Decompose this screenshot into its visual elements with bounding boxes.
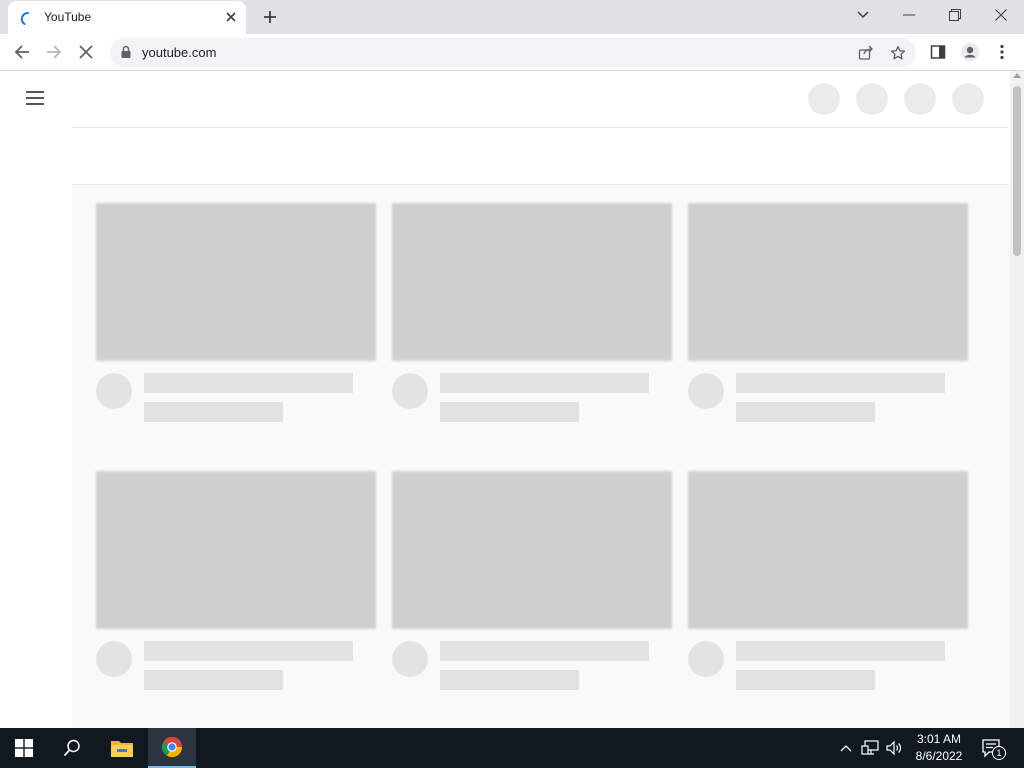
close-icon	[79, 45, 93, 59]
windows-taskbar: 3:01 AM 8/6/2022 1	[0, 728, 1024, 768]
youtube-page	[0, 71, 1010, 728]
thumbnail-placeholder	[392, 203, 672, 361]
page-scrollbar[interactable]	[1010, 71, 1024, 728]
title-placeholder	[144, 641, 353, 661]
masthead-placeholder-3	[904, 83, 936, 115]
kebab-menu-icon	[1000, 44, 1004, 60]
meta-placeholder	[440, 402, 579, 422]
side-panel-icon	[930, 45, 946, 59]
arrow-left-icon	[14, 45, 29, 59]
avatar-placeholder	[96, 641, 132, 677]
title-placeholder	[144, 373, 353, 393]
arrow-right-icon	[47, 45, 62, 59]
thumbnail-placeholder	[688, 471, 968, 629]
minimize-button[interactable]	[886, 0, 932, 30]
lock-icon[interactable]	[119, 45, 133, 59]
scroll-up-arrow-icon[interactable]	[1013, 73, 1021, 78]
browser-toolbar: youtube.com	[0, 34, 1024, 71]
meta-placeholder	[144, 670, 283, 690]
close-window-button[interactable]	[978, 0, 1024, 30]
file-explorer-button[interactable]	[98, 728, 146, 768]
stop-loading-button[interactable]	[72, 38, 100, 66]
meta-placeholder	[736, 402, 875, 422]
browser-tab-strip: YouTube	[0, 0, 1024, 34]
notification-center-button[interactable]: 1	[980, 736, 1006, 760]
restore-button[interactable]	[932, 0, 978, 30]
video-grid	[72, 185, 1010, 728]
share-icon[interactable]	[856, 43, 876, 63]
profile-button[interactable]	[956, 38, 984, 66]
avatar-placeholder	[96, 373, 132, 409]
windows-logo-icon	[15, 739, 33, 757]
avatar-placeholder	[392, 641, 428, 677]
scroll-thumb[interactable]	[1013, 86, 1021, 256]
back-button[interactable]	[8, 38, 36, 66]
meta-placeholder	[144, 402, 283, 422]
title-placeholder	[440, 641, 649, 661]
avatar-placeholder	[688, 373, 724, 409]
title-placeholder	[736, 641, 945, 661]
forward-button[interactable]	[40, 38, 68, 66]
tab-title: YouTube	[44, 10, 92, 24]
avatar-placeholder	[688, 641, 724, 677]
network-icon[interactable]	[860, 738, 880, 758]
start-button[interactable]	[0, 728, 48, 768]
notification-count-badge: 1	[992, 746, 1006, 760]
clock-time: 3:01 AM	[916, 732, 962, 746]
search-button[interactable]	[48, 728, 96, 768]
browser-menu-button[interactable]	[988, 38, 1016, 66]
guide-menu-button[interactable]	[24, 88, 48, 108]
star-icon[interactable]	[888, 43, 908, 63]
chevron-up-icon[interactable]	[836, 738, 856, 758]
masthead-placeholder-2	[856, 83, 888, 115]
masthead-placeholder-4	[952, 83, 984, 115]
masthead-placeholder-1	[808, 83, 840, 115]
meta-placeholder	[440, 670, 579, 690]
thumbnail-placeholder	[688, 203, 968, 361]
volume-icon[interactable]	[884, 738, 904, 758]
new-tab-button[interactable]	[258, 5, 282, 29]
chip-bar-placeholder	[72, 127, 1008, 185]
side-panel-button[interactable]	[924, 38, 952, 66]
url-text[interactable]: youtube.com	[142, 45, 216, 60]
thumbnail-placeholder	[392, 471, 672, 629]
tab-search-button[interactable]	[840, 0, 886, 30]
thumbnail-placeholder	[96, 203, 376, 361]
address-bar[interactable]: youtube.com	[110, 38, 916, 67]
title-placeholder	[736, 373, 945, 393]
title-placeholder	[440, 373, 649, 393]
folder-icon	[111, 741, 133, 757]
avatar-placeholder	[392, 373, 428, 409]
clock-date: 8/6/2022	[915, 749, 963, 763]
thumbnail-placeholder	[96, 471, 376, 629]
search-icon	[63, 739, 80, 757]
profile-icon	[961, 43, 979, 61]
hamburger-icon	[26, 91, 44, 93]
tab-close-icon[interactable]	[222, 8, 240, 26]
meta-placeholder	[736, 670, 875, 690]
system-clock[interactable]: 3:01 AM 8/6/2022	[906, 731, 972, 765]
chrome-taskbar-button[interactable]	[148, 728, 196, 768]
browser-tab-youtube[interactable]: YouTube	[8, 1, 246, 34]
loading-spinner-icon	[20, 11, 36, 27]
chrome-icon	[161, 736, 183, 758]
